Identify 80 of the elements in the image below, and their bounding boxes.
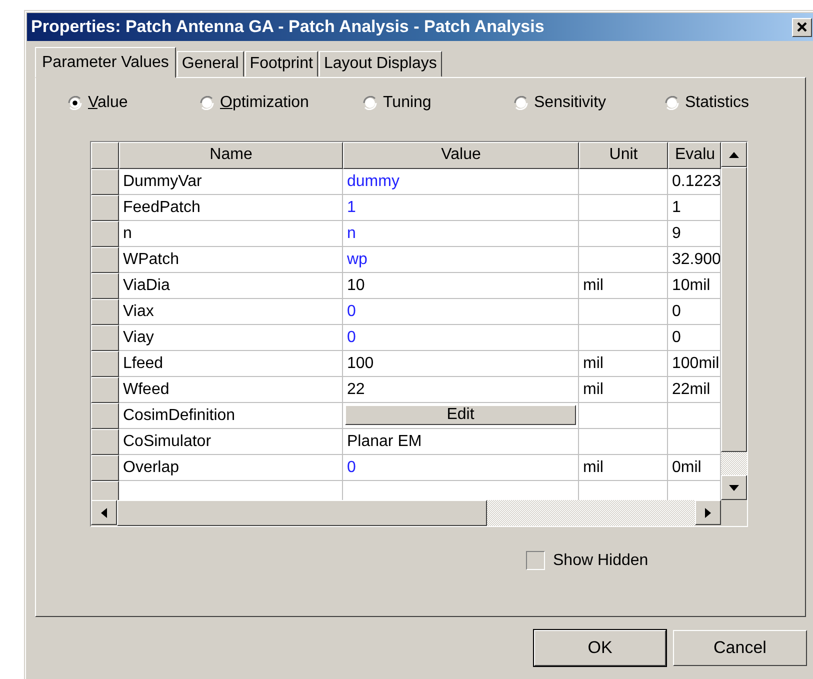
scroll-down-button[interactable] — [721, 475, 747, 500]
table-cell[interactable]: Planar EM — [343, 429, 579, 455]
row-header[interactable] — [91, 325, 119, 351]
table-cell[interactable]: 100 — [343, 351, 579, 377]
row-header[interactable] — [91, 429, 119, 455]
close-icon — [797, 22, 807, 32]
table-cell: mil — [579, 273, 668, 299]
row-header[interactable] — [91, 169, 119, 195]
table-cell: FeedPatch — [119, 195, 343, 221]
scroll-track[interactable] — [721, 452, 747, 475]
up-arrow-icon — [729, 152, 739, 158]
row-header[interactable] — [91, 481, 119, 500]
tab[interactable]: General — [176, 51, 244, 77]
table-cell[interactable]: n — [343, 221, 579, 247]
cancel-button[interactable]: Cancel — [673, 630, 807, 666]
window-title: Properties: Patch Antenna GA - Patch Analysis - Patch Analysis — [31, 17, 544, 37]
scrollbar-corner — [721, 500, 747, 526]
ok-button[interactable]: OK — [534, 630, 666, 666]
radio-button[interactable] — [200, 96, 214, 110]
table-cell[interactable]: 22 — [343, 377, 579, 403]
scroll-thumb[interactable] — [721, 167, 747, 452]
radio-option[interactable]: Statistics — [665, 94, 785, 112]
table-cell: Wfeed — [119, 377, 343, 403]
table-cell[interactable]: 0 — [343, 299, 579, 325]
table-cell: Viax — [119, 299, 343, 325]
table-cell: CoSimulator — [119, 429, 343, 455]
table-cell[interactable]: 0 — [343, 325, 579, 351]
radio-option[interactable]: Sensitivity — [514, 94, 665, 112]
tab[interactable]: Parameter Values — [35, 47, 176, 78]
radio-button[interactable] — [68, 96, 82, 110]
table-cell[interactable]: dummy — [343, 169, 579, 195]
row-header[interactable] — [91, 247, 119, 273]
table-cell[interactable]: 1 — [343, 195, 579, 221]
checkbox-label[interactable]: Show Hidden — [553, 552, 648, 570]
row-header[interactable] — [91, 351, 119, 377]
table-cell[interactable]: wp — [343, 247, 579, 273]
radio-button[interactable] — [665, 96, 679, 110]
scroll-left-button[interactable] — [91, 500, 117, 525]
radio-option[interactable]: Tuning — [363, 94, 514, 112]
table-cell: Lfeed — [119, 351, 343, 377]
left-arrow-icon — [101, 508, 107, 518]
table-cell: n — [119, 221, 343, 247]
table-cell[interactable]: 10 — [343, 273, 579, 299]
scroll-up-button[interactable] — [721, 142, 747, 167]
column-header[interactable]: Unit — [579, 142, 668, 169]
row-header[interactable] — [91, 221, 119, 247]
table-cell[interactable]: 0 — [343, 455, 579, 481]
table-cell: Overlap — [119, 455, 343, 481]
column-header[interactable]: Name — [119, 142, 343, 169]
table-cell: CosimDefinition — [119, 403, 343, 429]
scroll-thumb[interactable] — [117, 500, 487, 526]
table-cell: Viay — [119, 325, 343, 351]
row-header[interactable] — [91, 273, 119, 299]
right-arrow-icon — [705, 508, 711, 518]
row-header[interactable] — [91, 195, 119, 221]
close-button[interactable] — [792, 18, 812, 36]
tab[interactable]: Layout Displays — [318, 51, 442, 77]
down-arrow-icon — [729, 484, 739, 490]
table-cell: ViaDia — [119, 273, 343, 299]
horizontal-scrollbar[interactable] — [91, 500, 721, 526]
checkbox[interactable] — [526, 551, 545, 570]
row-header[interactable] — [91, 377, 119, 403]
radio-button[interactable] — [363, 96, 377, 110]
vertical-scrollbar[interactable] — [721, 142, 747, 500]
scroll-right-button[interactable] — [695, 500, 721, 525]
table-cell: WPatch — [119, 247, 343, 273]
table-cell: mil — [579, 351, 668, 377]
radio-button[interactable] — [514, 96, 528, 110]
row-header[interactable] — [91, 403, 119, 429]
tab[interactable]: Footprint — [244, 51, 318, 77]
row-header[interactable] — [91, 299, 119, 325]
edit-button[interactable]: Edit — [345, 405, 576, 425]
table-cell: DummyVar — [119, 169, 343, 195]
row-header[interactable] — [91, 455, 119, 481]
column-header[interactable]: Evalu — [668, 142, 721, 169]
table-cell: mil — [579, 455, 668, 481]
radio-option[interactable]: Value — [68, 94, 200, 112]
column-header[interactable]: Value — [343, 142, 579, 169]
table-cell: mil — [579, 377, 668, 403]
radio-option[interactable]: Optimization — [200, 94, 363, 112]
